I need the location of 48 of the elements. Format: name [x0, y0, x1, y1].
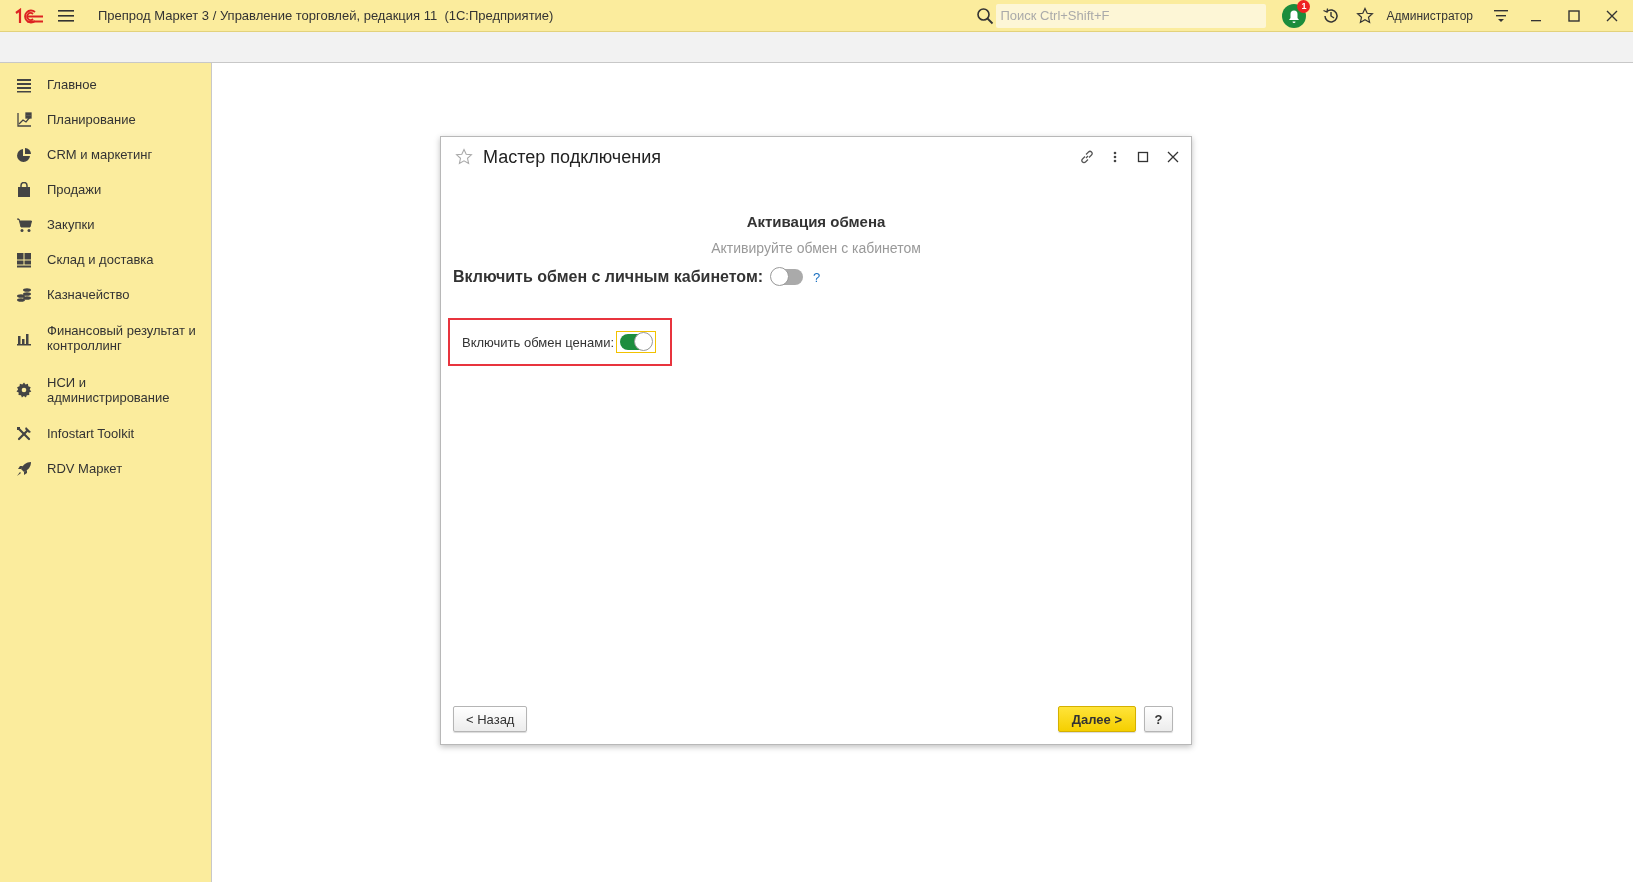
section-heading: Активация обмена: [745, 213, 887, 230]
pie-chart-icon: [16, 146, 32, 163]
sidebar-item[interactable]: НСИ и администрирование: [0, 364, 211, 416]
grid-icon: [16, 251, 32, 268]
close-icon[interactable]: [1605, 8, 1619, 23]
tools-icon: [16, 425, 32, 442]
search-field[interactable]: Поиск Ctrl+Shift+F: [996, 3, 1267, 28]
toggle-label: Включить обмен ценами:: [462, 334, 615, 350]
app-logo: [14, 7, 44, 24]
section-subheading: Активируйте обмен с кабинетом: [710, 240, 922, 256]
notification-count: 1: [1297, 0, 1311, 13]
back-button[interactable]: < Назад: [453, 706, 528, 732]
search-icon: [976, 6, 995, 25]
dialog-title: Мастер подключения: [483, 146, 662, 168]
maximize-icon[interactable]: [1137, 151, 1149, 163]
history-icon[interactable]: [1322, 6, 1341, 25]
close-icon[interactable]: [1167, 151, 1179, 163]
more-icon[interactable]: [1113, 150, 1117, 164]
menu-icon[interactable]: [58, 9, 74, 22]
chart-icon: [16, 111, 32, 128]
list-icon: [16, 76, 32, 93]
coins-icon: [16, 286, 32, 303]
help-button[interactable]: ?: [1144, 706, 1173, 732]
sidebar-item[interactable]: CRM и маркетинг: [0, 137, 211, 172]
sidebar-item[interactable]: Главное: [0, 67, 211, 102]
cart-icon: [16, 216, 32, 233]
notification-button[interactable]: 1: [1282, 3, 1307, 28]
help-link[interactable]: ?: [813, 269, 821, 285]
user-name[interactable]: Администратор: [1386, 8, 1473, 23]
sidebar-item[interactable]: Закупки: [0, 207, 211, 242]
star-icon[interactable]: [1356, 6, 1375, 25]
rocket-icon: [16, 460, 32, 477]
sidebar-item[interactable]: Планирование: [0, 102, 211, 137]
gear-icon: [16, 382, 32, 398]
toggle-label: Включить обмен с личным кабинетом:: [453, 268, 764, 286]
bag-icon: [16, 181, 32, 198]
sidebar-item[interactable]: Продажи: [0, 172, 211, 207]
sidebar-item[interactable]: RDV Маркет: [0, 451, 211, 486]
window-title: Препрод Маркет 3 / Управление торговлей, редакция 11 (1С:Предприятие): [98, 8, 555, 23]
filter-icon[interactable]: [1493, 7, 1509, 24]
sidebar-item[interactable]: Склад и доставка: [0, 242, 211, 277]
toggle-switch[interactable]: [771, 269, 804, 285]
sidebar-item[interactable]: Финансовый результат и контроллинг: [0, 312, 211, 364]
sidebar-item[interactable]: Infostart Toolkit: [0, 416, 211, 451]
link-icon[interactable]: [1079, 149, 1095, 165]
star-icon[interactable]: [455, 148, 473, 166]
next-button[interactable]: Далее >: [1057, 706, 1136, 732]
sidebar-item[interactable]: Казначейство: [0, 277, 211, 312]
